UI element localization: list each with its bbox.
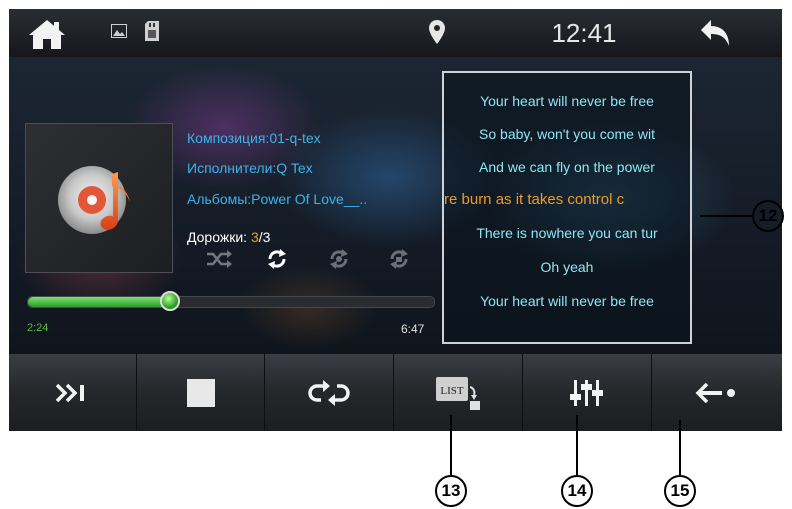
back-icon: [695, 382, 735, 403]
location-pin-icon: [429, 20, 445, 49]
track-counter: Дорожки: 3/3: [187, 229, 270, 245]
status-bar: 12:41: [9, 9, 782, 57]
lyrics-panel[interactable]: Your heart will never be free So baby, w…: [442, 71, 692, 344]
equalizer-button[interactable]: [523, 354, 652, 431]
elapsed-time: 2:24: [27, 322, 49, 334]
exit-button[interactable]: [652, 354, 782, 431]
player-screen: 12:41 Композиция:01-q-tex Исполнители:Q …: [9, 9, 782, 431]
stop-icon: [186, 378, 215, 407]
next-track-icon: [55, 383, 84, 402]
list-icon: LIST: [436, 376, 480, 410]
lyric-line: There is nowhere you can tur: [476, 225, 658, 241]
callout-12: 12: [752, 200, 784, 232]
composition-label: Композиция:01-q-tex: [187, 130, 321, 146]
artists-label: Исполнители:Q Tex: [187, 160, 313, 176]
track-current: 3: [250, 229, 259, 245]
music-disc-icon: [58, 166, 130, 234]
shuffle-icon[interactable]: [205, 249, 233, 274]
lyric-line: Your heart will never be free: [480, 293, 654, 309]
lyric-line: So baby, won't you come wit: [479, 126, 655, 142]
repeat-button[interactable]: [265, 354, 394, 431]
album-art: [25, 123, 173, 273]
repeat-folder-icon[interactable]: [387, 247, 411, 276]
callout-line-15: [679, 420, 681, 475]
next-track-button[interactable]: [9, 354, 137, 431]
list-icon-label: LIST: [440, 385, 464, 397]
lyric-line-active: re burn as it takes control c: [444, 191, 625, 208]
track-total: /3: [258, 229, 271, 245]
repeat-all-icon[interactable]: [265, 247, 289, 276]
total-time: 6:47: [401, 322, 425, 336]
callout-line-12: [700, 215, 752, 217]
lyric-line: Oh yeah: [540, 259, 594, 275]
tracks-label: Дорожки:: [187, 229, 251, 245]
image-icon: [111, 24, 127, 43]
sd-card-icon: [145, 21, 159, 46]
back-arrow-icon[interactable]: [699, 18, 733, 55]
callout-14: 14: [561, 475, 593, 507]
lyric-line: And we can fly on the power: [479, 159, 655, 175]
clock: 12:41: [551, 18, 617, 48]
progress-bar[interactable]: [27, 296, 435, 308]
album-label: Альбомы:Power Of Love__..: [187, 191, 368, 207]
lyric-line: Your heart will never be free: [480, 93, 654, 109]
callout-line-13: [450, 415, 452, 475]
repeat-one-icon[interactable]: [327, 247, 351, 276]
list-button[interactable]: LIST: [394, 354, 523, 431]
equalizer-icon: [570, 379, 603, 406]
control-bar: LIST: [9, 354, 782, 431]
callout-line-14: [576, 415, 578, 475]
stop-button[interactable]: [137, 354, 265, 431]
callout-15: 15: [664, 475, 696, 507]
home-icon[interactable]: [27, 18, 67, 50]
callout-13: 13: [435, 475, 467, 507]
repeat-icon: [308, 379, 350, 406]
progress-fill: [28, 297, 172, 307]
